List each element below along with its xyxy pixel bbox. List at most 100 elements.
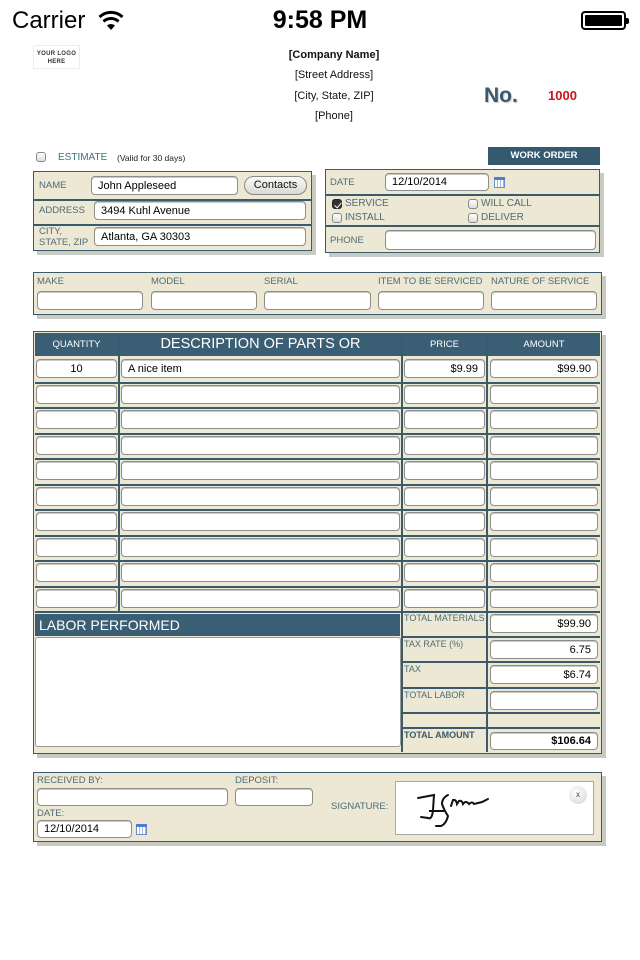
name-field[interactable]: John Appleseed	[91, 176, 238, 195]
labor-textarea[interactable]	[35, 637, 401, 747]
description-cell[interactable]	[121, 589, 400, 608]
contacts-button[interactable]: Contacts	[244, 176, 307, 195]
amount-cell[interactable]	[490, 563, 598, 582]
labor-header: LABOR PERFORMED	[35, 614, 400, 636]
price-cell[interactable]: $9.99	[404, 359, 485, 378]
item-serviced-field[interactable]	[378, 291, 484, 310]
quantity-cell[interactable]	[36, 385, 117, 404]
quantity-cell[interactable]	[36, 589, 117, 608]
description-cell[interactable]	[121, 512, 400, 531]
price-cell[interactable]	[404, 461, 485, 480]
tax-rate-field[interactable]: 6.75	[490, 640, 598, 659]
description-cell[interactable]: A nice item	[121, 359, 400, 378]
description-cell[interactable]	[121, 563, 400, 582]
price-cell[interactable]	[404, 436, 485, 455]
price-cell[interactable]	[404, 385, 485, 404]
footer-date-field[interactable]: 12/10/2014	[37, 820, 132, 838]
description-cell[interactable]	[121, 538, 400, 557]
deliver-checkbox[interactable]	[468, 213, 478, 223]
service-checkbox[interactable]	[332, 199, 342, 209]
tax-label: TAX	[404, 664, 421, 674]
order-number-label: No.	[484, 84, 518, 107]
row-divider	[35, 586, 600, 588]
service-label: SERVICE	[345, 198, 389, 209]
price-cell[interactable]	[404, 487, 485, 506]
row-divider	[35, 433, 600, 435]
serial-field[interactable]	[264, 291, 371, 310]
quantity-cell[interactable]	[36, 512, 117, 531]
estimate-label: ESTIMATE	[58, 152, 108, 163]
amount-cell[interactable]	[490, 410, 598, 429]
make-field[interactable]	[37, 291, 143, 310]
price-cell[interactable]	[404, 512, 485, 531]
calendar-icon[interactable]	[136, 824, 147, 835]
clear-signature-button[interactable]: x	[569, 786, 587, 804]
deposit-field[interactable]	[235, 788, 313, 806]
amount-cell[interactable]	[490, 487, 598, 506]
company-logo: YOUR LOGO HERE	[33, 45, 80, 69]
quantity-cell[interactable]: 10	[36, 359, 117, 378]
quantity-cell[interactable]	[36, 461, 117, 480]
model-field[interactable]	[151, 291, 257, 310]
amount-cell[interactable]	[490, 538, 598, 557]
nature-service-field[interactable]	[491, 291, 597, 310]
description-cell[interactable]	[121, 385, 400, 404]
clock: 9:58 PM	[272, 6, 368, 34]
description-cell[interactable]	[121, 436, 400, 455]
calendar-icon[interactable]	[494, 177, 505, 188]
price-header: PRICE	[403, 333, 486, 356]
amount-cell[interactable]	[490, 512, 598, 531]
model-label: MODEL	[151, 276, 185, 287]
will-call-label: WILL CALL	[481, 198, 532, 209]
deposit-label: DEPOSIT:	[235, 775, 279, 786]
phone-field[interactable]	[385, 230, 596, 250]
tax-field: $6.74	[490, 665, 598, 684]
description-cell[interactable]	[121, 461, 400, 480]
signature-pad[interactable]: x	[395, 781, 594, 835]
make-label: MAKE	[37, 276, 64, 287]
signature-stroke	[417, 793, 489, 827]
row-divider	[35, 458, 600, 460]
total-amount-field: $106.64	[490, 732, 598, 750]
work-order-badge: WORK ORDER	[488, 147, 600, 165]
battery-icon	[581, 11, 629, 30]
status-bar: Carrier 9:58 PM	[0, 0, 640, 40]
price-cell[interactable]	[404, 410, 485, 429]
quantity-cell[interactable]	[36, 487, 117, 506]
deliver-label: DELIVER	[481, 212, 524, 223]
price-cell[interactable]	[404, 538, 485, 557]
amount-cell[interactable]: $99.90	[490, 359, 598, 378]
amount-cell[interactable]	[490, 589, 598, 608]
row-divider	[35, 560, 600, 562]
amount-cell[interactable]	[490, 436, 598, 455]
amount-cell[interactable]	[490, 385, 598, 404]
total-materials-label: TOTAL MATERIALS	[404, 613, 485, 623]
quantity-cell[interactable]	[36, 436, 117, 455]
address-field[interactable]: 3494 Kuhl Avenue	[94, 201, 306, 220]
quantity-cell[interactable]	[36, 538, 117, 557]
city-field[interactable]: Atlanta, GA 30303	[94, 227, 306, 246]
footer-date-label: DATE:	[37, 808, 65, 819]
received-by-field[interactable]	[37, 788, 228, 806]
install-checkbox[interactable]	[332, 213, 342, 223]
date-field[interactable]: 12/10/2014	[385, 173, 489, 191]
estimate-checkbox[interactable]	[36, 152, 46, 162]
description-cell[interactable]	[121, 487, 400, 506]
price-cell[interactable]	[404, 563, 485, 582]
price-cell[interactable]	[404, 589, 485, 608]
quantity-cell[interactable]	[36, 563, 117, 582]
total-labor-field[interactable]	[490, 691, 598, 710]
signature-label: SIGNATURE:	[331, 801, 389, 812]
description-cell[interactable]	[121, 410, 400, 429]
received-by-label: RECEIVED BY:	[37, 775, 103, 786]
will-call-checkbox[interactable]	[468, 199, 478, 209]
row-divider	[35, 407, 600, 409]
quantity-cell[interactable]	[36, 410, 117, 429]
name-label: NAME	[39, 180, 67, 191]
tax-rate-label: TAX RATE (%)	[404, 639, 464, 649]
logo-text: HERE	[47, 59, 66, 65]
amount-cell[interactable]	[490, 461, 598, 480]
description-header: DESCRIPTION OF PARTS OR MATERIALS	[120, 333, 401, 375]
city-label: CITY, STATE, ZIP	[39, 226, 88, 248]
company-name: [Company Name]	[288, 49, 380, 61]
